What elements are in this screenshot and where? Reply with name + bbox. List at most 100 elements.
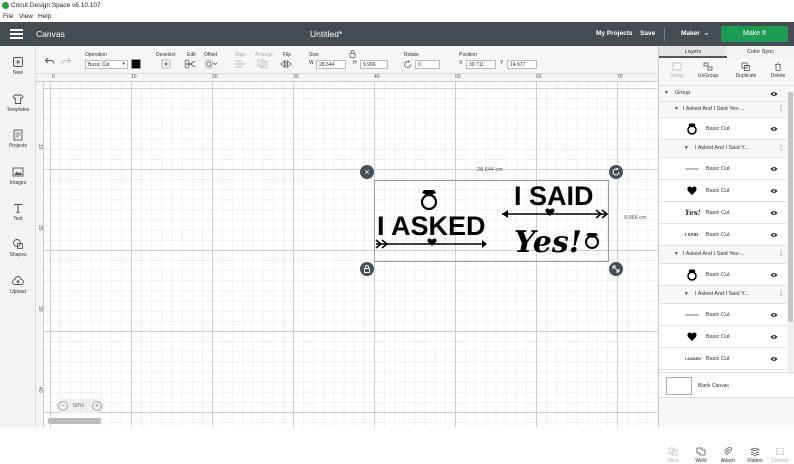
make-it-button[interactable]: Make It [721,26,788,42]
sidebar-item-new[interactable]: New [0,56,36,76]
eye-icon[interactable] [770,334,778,340]
contour-button[interactable]: Contour [767,447,793,464]
design-canvas[interactable]: 0 10 20 30 40 50 60 70 10 20 30 40 28.64… [36,74,658,427]
flip-icon[interactable] [280,59,294,69]
title-bar: Cricut Design Space v6.10.107 [0,0,794,12]
offset-icon[interactable] [204,59,218,69]
sidebar-item-text[interactable]: Text [0,202,36,222]
layer-row[interactable]: Yes! Basic Cut [659,202,787,224]
align-icon[interactable] [234,59,248,69]
flatten-button[interactable]: Flatten [742,447,768,464]
ruler-tick-label: 20 [37,225,43,231]
delete-button[interactable]: Delete [765,62,791,79]
weld-button[interactable]: Weld [688,447,714,464]
tab-color-sync[interactable]: Color Sync [727,46,794,58]
attach-button[interactable]: Attach [715,446,741,464]
layer-row[interactable]: I ASKED Basic Cut [659,348,787,370]
design-artwork[interactable]: I ASKED I SAID Yes! [374,180,609,262]
eye-icon[interactable] [770,312,778,318]
layer-label: I Asked And I Said Y... [695,145,749,151]
my-projects-link[interactable]: My Projects [596,30,633,37]
sidebar-item-templates[interactable]: Templates [0,93,36,113]
layer-row-subgroup[interactable]: ▾ I Asked And I Said Y... ⋮ [659,286,787,304]
lock-handle-icon[interactable] [360,262,374,276]
zoom-in-button[interactable]: + [92,401,102,411]
width-input[interactable]: 28.644 [316,60,346,69]
ring-thumbnail-icon [687,269,697,281]
blank-canvas-swatch[interactable] [666,377,692,395]
eye-icon[interactable] [770,126,778,132]
sidebar-item-shapes[interactable]: Shapes [0,238,36,258]
menu-view[interactable]: View [19,13,33,20]
scissors-icon[interactable] [184,59,198,69]
height-input[interactable]: 9.966 [360,60,388,69]
horizontal-scrollbar[interactable] [48,418,101,424]
ungroup-button[interactable]: UnGroup [694,62,722,79]
more-icon[interactable]: ⋮ [778,144,784,151]
y-label: Y [500,60,504,66]
layer-row[interactable]: Basic Cut [659,264,787,286]
layer-row[interactable]: I SAID Basic Cut [659,224,787,246]
duplicate-button[interactable]: Duplicate [731,62,761,79]
contour-label: Contour [771,458,789,464]
operation-select[interactable]: Basic Cut ▾ [85,60,128,69]
arrange-icon[interactable] [257,59,271,69]
chevron-down-icon[interactable]: ⌄ [703,28,710,37]
layer-row-subgroup[interactable]: ▾ I Asked And I Said Y... ⋮ [659,140,787,158]
sidebar-item-projects[interactable]: Projects [0,129,36,149]
blank-canvas-row[interactable]: Blank Canvas [659,372,794,398]
layer-row[interactable]: Basic Cut [659,158,787,180]
asked-text: I ASKED [377,211,486,241]
zoom-out-button[interactable]: − [58,401,68,411]
sidebar-item-images[interactable]: Images [0,166,36,186]
tab-layers[interactable]: Layers [659,46,727,58]
more-icon[interactable]: ⋮ [778,105,784,112]
eye-icon[interactable] [770,166,778,172]
close-icon[interactable]: × [360,165,374,179]
layer-row[interactable]: Basic Cut [659,180,787,202]
layer-row[interactable]: Basic Cut [659,304,787,326]
layer-row-group[interactable]: ▾ Group [659,86,787,102]
layer-row[interactable]: Basic Cut [659,326,787,348]
layer-label: Basic Cut [706,334,730,340]
eye-icon[interactable] [770,91,778,97]
eye-icon[interactable] [770,356,778,362]
undo-icon[interactable] [44,56,56,66]
slice-button[interactable]: Slice [660,447,686,464]
rotate-handle-icon[interactable] [609,165,623,179]
plus-icon [13,57,23,67]
y-input[interactable]: 14.977 [507,60,537,69]
x-input[interactable]: 39.711 [466,60,496,69]
layer-row-subgroup[interactable]: ▾ I Asked And I Said Yes-... ⋮ [659,102,787,118]
size-label: Size [309,52,319,58]
layer-row-subgroup[interactable]: ▾ I Asked And I Said Yes-... ⋮ [659,246,787,264]
redo-icon[interactable] [60,56,72,66]
group-button[interactable]: Group [663,62,691,79]
color-swatch[interactable] [131,59,141,69]
scrollbar-thumb[interactable] [788,92,793,322]
more-icon[interactable]: ⋮ [778,290,784,297]
menu-file[interactable]: File [3,13,13,20]
layer-scrollbar[interactable] [788,92,793,372]
save-link[interactable]: Save [640,30,655,37]
resize-handle-icon[interactable] [609,262,623,276]
layer-row[interactable]: Basic Cut [659,118,787,140]
eye-icon[interactable] [770,272,778,278]
lock-icon[interactable] [349,50,356,58]
eye-icon[interactable] [770,188,778,194]
sidebar-item-upload[interactable]: Upload [0,275,36,295]
deselect-icon[interactable] [161,59,171,69]
menu-help[interactable]: Help [38,13,51,20]
eye-icon[interactable] [770,232,778,238]
rotate-input[interactable]: 0 [415,60,440,69]
y-value: 14.977 [510,62,526,68]
align-label: Align [235,52,247,58]
width-dimension-label: 28.644 cm [477,167,503,173]
menu-bar: File View Help [0,12,794,22]
deselect-label: Deselect [156,52,176,58]
x-value: 39.711 [469,62,484,68]
machine-selector[interactable]: Maker [681,30,700,37]
more-icon[interactable]: ⋮ [778,250,784,257]
eye-icon[interactable] [770,210,778,216]
hamburger-menu-icon[interactable] [10,29,23,39]
